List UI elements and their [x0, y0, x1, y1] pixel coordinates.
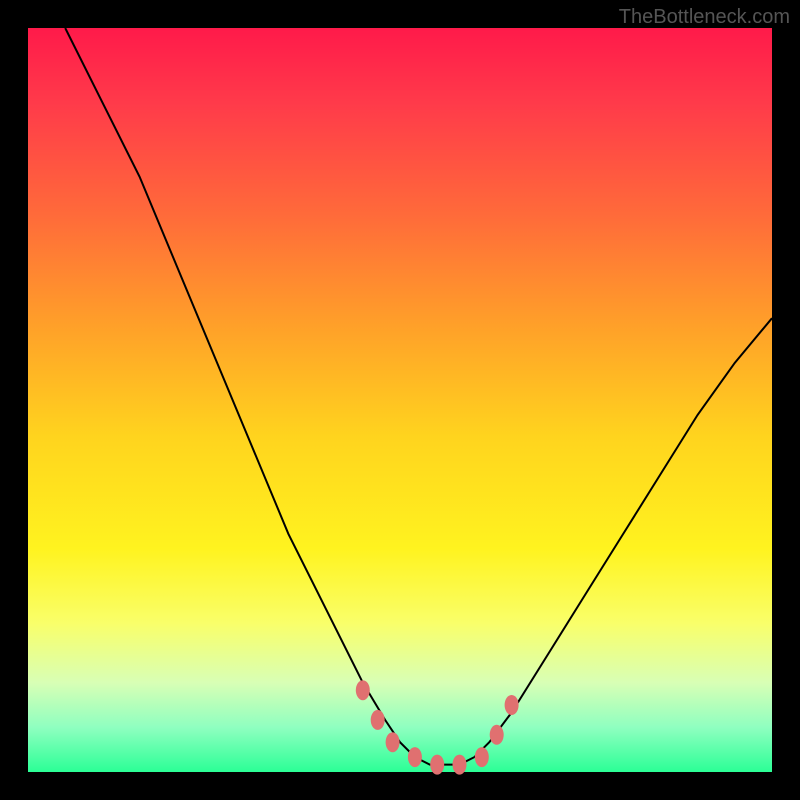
curve-marker [453, 755, 467, 775]
curve-marker [356, 680, 370, 700]
curve-marker [408, 747, 422, 767]
curve-marker [386, 732, 400, 752]
bottleneck-curve [65, 28, 772, 765]
watermark-text: TheBottleneck.com [619, 6, 790, 29]
plot-area [28, 28, 772, 772]
curve-marker [430, 755, 444, 775]
chart-frame: TheBottleneck.com [0, 0, 800, 800]
curve-marker [490, 725, 504, 745]
curve-marker [505, 695, 519, 715]
bottleneck-curve-svg [28, 28, 772, 772]
curve-markers-group [356, 680, 519, 774]
curve-marker [371, 710, 385, 730]
curve-marker [475, 747, 489, 767]
